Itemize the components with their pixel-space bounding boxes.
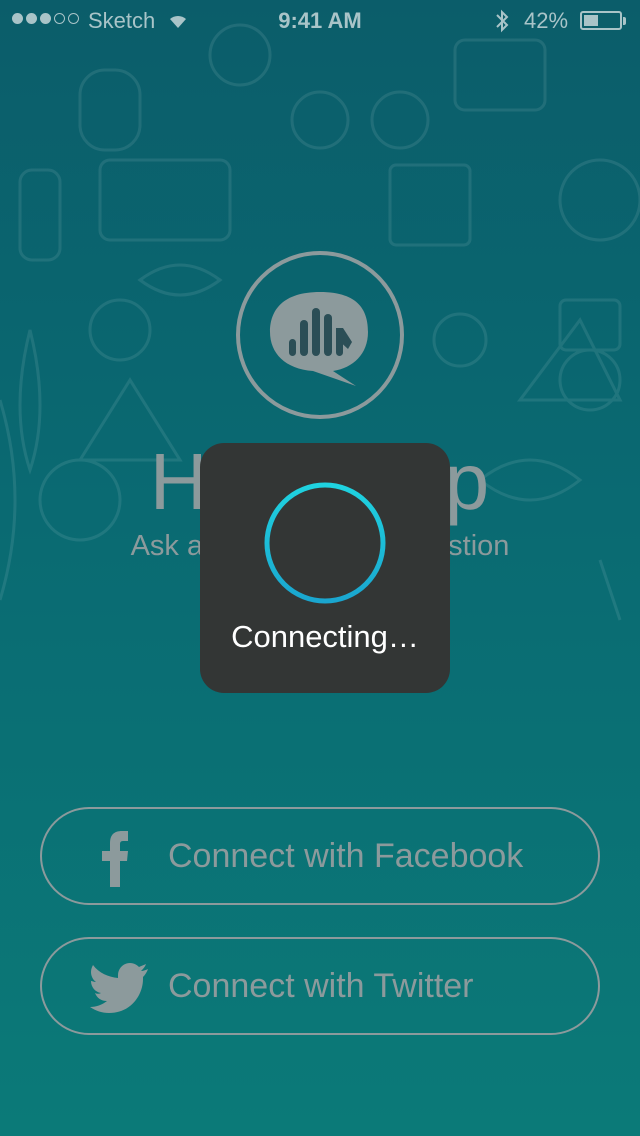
- facebook-button-label: Connect with Facebook: [168, 837, 524, 875]
- connect-facebook-button[interactable]: Connect with Facebook: [40, 807, 600, 905]
- battery-percentage: 42%: [524, 8, 569, 33]
- connecting-overlay: Connecting…: [200, 443, 450, 693]
- bluetooth-icon: [496, 9, 509, 33]
- facebook-icon: [102, 831, 128, 887]
- loading-spinner-icon: [264, 482, 386, 604]
- connect-twitter-button[interactable]: Connect with Twitter: [40, 937, 600, 1035]
- battery-icon: [580, 11, 622, 30]
- login-screen: Sketch 9:41 AM 42% HandsUp Ask and answe…: [0, 0, 640, 1136]
- connecting-message: Connecting…: [231, 619, 419, 654]
- twitter-button-label: Connect with Twitter: [168, 967, 474, 1005]
- speech-bubble-hand-icon: [236, 251, 404, 419]
- status-bar: Sketch 9:41 AM 42%: [0, 0, 640, 40]
- twitter-bird-icon: [90, 963, 148, 1013]
